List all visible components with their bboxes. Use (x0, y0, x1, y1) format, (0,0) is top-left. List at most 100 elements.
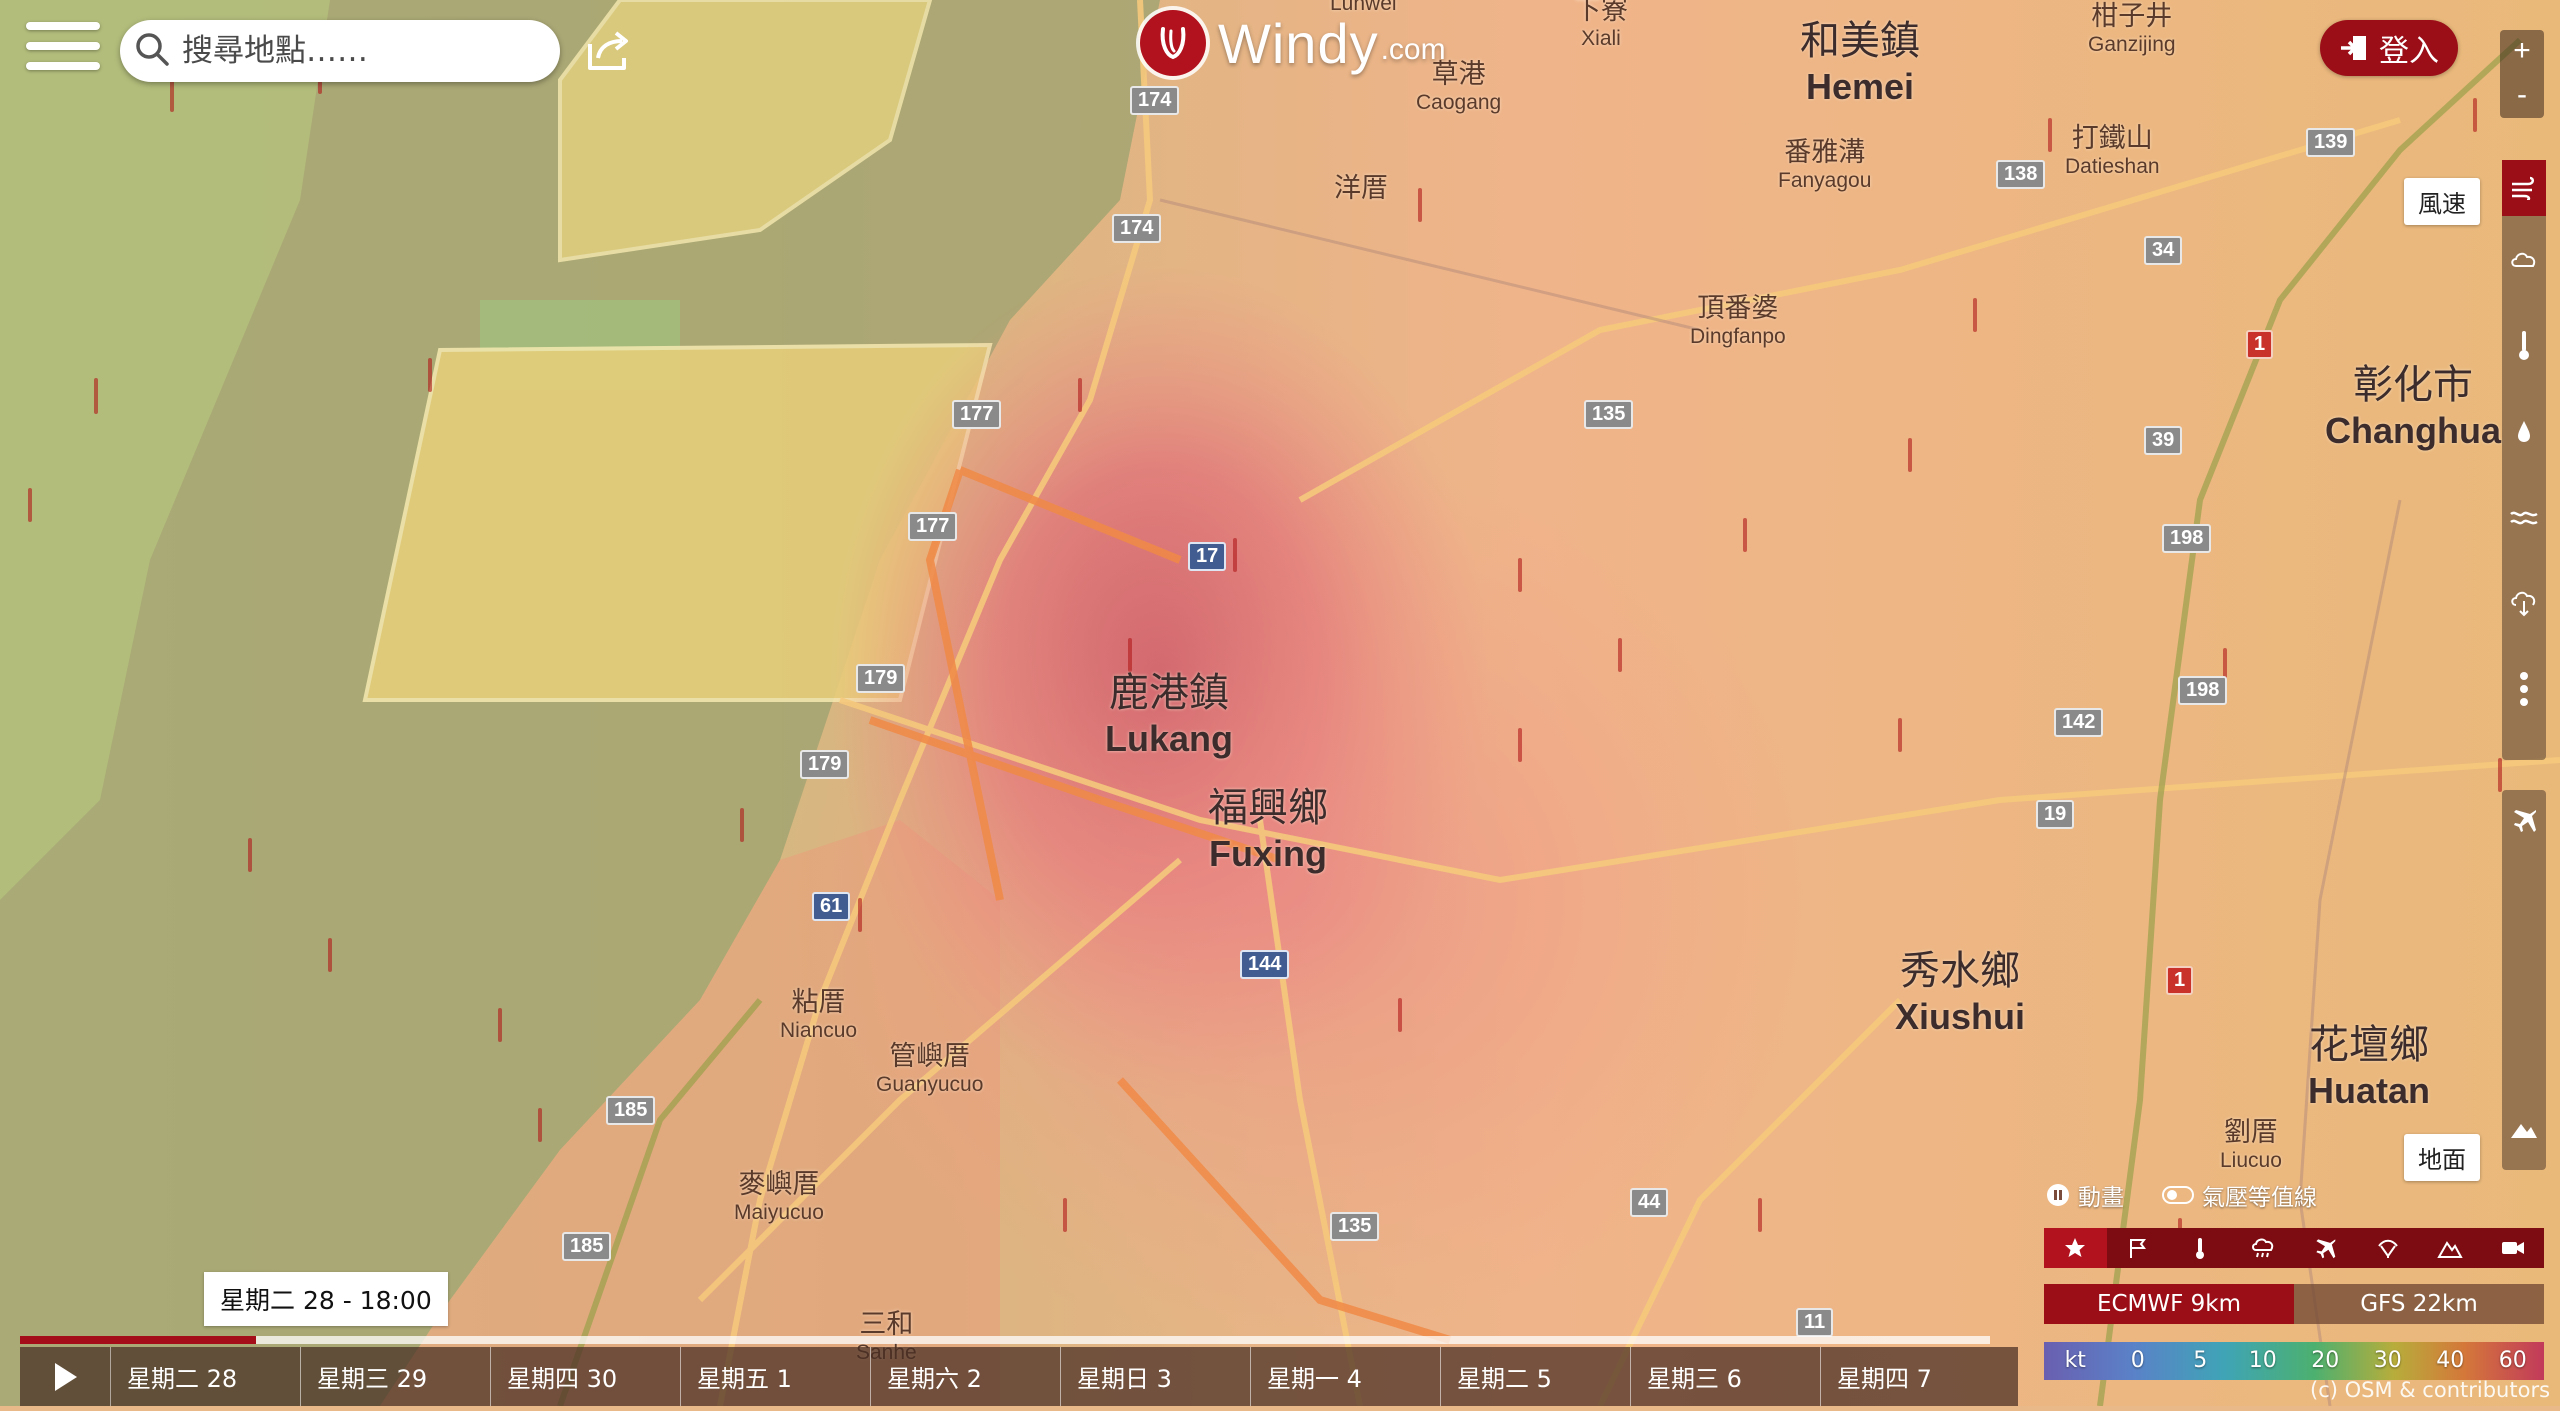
cloud-rain-icon (2251, 1238, 2273, 1258)
rain-icon (2518, 421, 2530, 442)
timeline-progress[interactable] (20, 1336, 256, 1344)
login-icon (2341, 36, 2366, 60)
mode-webcams[interactable] (2482, 1228, 2545, 1268)
place-xiali: 下寮 Xiali (1574, 0, 1628, 50)
legend-value: 5 (2193, 1348, 2208, 1373)
mode-toolbar (2044, 1228, 2544, 1268)
search-icon (134, 31, 170, 72)
clouds-icon (2511, 252, 2536, 267)
place-yangcuo: 洋厝 (1334, 173, 1388, 204)
layer-airports[interactable] (2502, 790, 2546, 850)
route-shield: 19 (2036, 800, 2075, 829)
route-shield: 144 (1240, 950, 1290, 979)
mountain-icon (2437, 1241, 2463, 1258)
login-label: 登入 (2379, 34, 2439, 69)
layer-temperature[interactable] (2502, 302, 2546, 388)
route-shield: 179 (800, 750, 850, 779)
mode-rain[interactable] (2232, 1228, 2295, 1268)
timeline-day[interactable]: 星期六 2 (871, 1347, 1061, 1406)
timeline-day[interactable]: 星期日 3 (1061, 1347, 1251, 1406)
timeline-day[interactable]: 星期三 29 (301, 1347, 491, 1406)
place-maiyucuo: 麥嶼厝 Maiyucuo (734, 1169, 824, 1224)
animation-toggle[interactable]: 動畫 (2046, 1178, 2124, 1212)
route-shield: 177 (952, 400, 1002, 429)
place-niancuo: 粘厝 Niancuo (780, 987, 858, 1042)
model-ecmwf[interactable]: ECMWF 9km (2044, 1284, 2294, 1324)
logo-word: Windy (1218, 11, 1379, 75)
route-shield: 177 (908, 512, 958, 541)
mode-mountain[interactable] (2419, 1228, 2482, 1268)
zoom-out-button[interactable]: - (2500, 74, 2544, 118)
place-datieshan: 打鐵山 Datieshan (2065, 123, 2160, 178)
play-icon (55, 1362, 77, 1391)
thermometer-icon (2196, 1238, 2205, 1259)
route-shield: 1 (2166, 966, 2194, 995)
camera-icon (2501, 1242, 2524, 1254)
rocket-icon (2377, 1239, 2398, 1258)
route-shield: 138 (1996, 160, 2046, 189)
place-hemei: 和美鎮 Hemei (1800, 18, 1920, 107)
windy-logo-icon (1140, 10, 1206, 76)
windy-logo[interactable]: Windy .com (1140, 8, 1446, 78)
current-time-bubble: 星期二 28 - 18:00 (204, 1272, 448, 1326)
mode-aviation[interactable] (2294, 1228, 2357, 1268)
search-box[interactable] (120, 20, 560, 82)
login-button[interactable]: 登入 (2320, 20, 2458, 76)
legend-value: 20 (2311, 1348, 2340, 1373)
legend-unit: kt (2064, 1348, 2086, 1373)
wind-legend[interactable]: kt 0 5 10 20 30 40 60 (2044, 1342, 2544, 1380)
route-shield: 179 (856, 664, 906, 693)
menu-line (26, 62, 100, 70)
layer-cloud-download[interactable] (2502, 560, 2546, 646)
timeline-day[interactable]: 星期二 5 (1441, 1347, 1631, 1406)
wind-icon (2512, 176, 2534, 200)
layer-clouds[interactable] (2502, 216, 2546, 302)
route-shield: 61 (812, 892, 851, 921)
model-gfs[interactable]: GFS 22km (2294, 1284, 2544, 1324)
isobars-toggle[interactable]: 氣壓等值線 (2162, 1178, 2317, 1212)
timeline-day[interactable]: 星期一 4 (1251, 1347, 1441, 1406)
route-shield: 198 (2178, 676, 2228, 705)
route-shield: 39 (2144, 426, 2183, 455)
legend-value: 40 (2436, 1348, 2465, 1373)
mode-paragliding[interactable] (2357, 1228, 2420, 1268)
mountain-icon (2511, 1124, 2537, 1138)
layer-ground[interactable] (2502, 1104, 2546, 1154)
place-fanyagou: 番雅溝 Fanyagou (1778, 137, 1872, 192)
menu-button[interactable] (26, 22, 100, 78)
share-icon (588, 31, 628, 70)
layer-more[interactable] (2502, 646, 2546, 732)
mode-flags[interactable] (2107, 1228, 2170, 1268)
layer-wind[interactable] (2502, 160, 2546, 216)
mode-temperature[interactable] (2169, 1228, 2232, 1268)
layer-rail (2502, 160, 2546, 760)
menu-line (26, 22, 100, 30)
legend-value: 30 (2373, 1348, 2402, 1373)
flag-icon (2129, 1239, 2146, 1258)
layer-waves[interactable] (2502, 474, 2546, 560)
route-shield: 44 (1630, 1188, 1669, 1217)
zoom-in-button[interactable]: + (2500, 30, 2544, 74)
layer-rain[interactable] (2502, 388, 2546, 474)
place-huatan: 花壇鄉 Huatan (2308, 1022, 2431, 1111)
timeline-day[interactable]: 星期四 7 (1821, 1347, 2011, 1406)
mode-favorites[interactable] (2044, 1228, 2107, 1268)
place-xiushui: 秀水鄉 Xiushui (1895, 948, 2026, 1037)
timeline-day[interactable]: 星期四 30 (491, 1347, 681, 1406)
more-icon (2520, 672, 2528, 706)
isobars-label: 氣壓等值線 (2202, 1185, 2317, 1211)
timeline-day[interactable]: 星期五 1 (681, 1347, 871, 1406)
timeline-track[interactable] (20, 1336, 1990, 1344)
route-shield: 174 (1112, 214, 1162, 243)
route-shield: 11 (1796, 1308, 1834, 1337)
play-button[interactable] (20, 1347, 111, 1406)
timeline-day[interactable]: 星期二 28 (111, 1347, 301, 1406)
search-input[interactable] (180, 32, 544, 70)
route-shield: 174 (1130, 86, 1180, 115)
route-shield: 1 (2246, 330, 2274, 359)
legend-value: 0 (2130, 1348, 2145, 1373)
place-changhua: 彰化市 Changhua (2325, 362, 2501, 451)
share-button[interactable] (584, 28, 632, 74)
timeline-day[interactable]: 星期三 6 (1631, 1347, 1821, 1406)
pause-icon (2047, 1184, 2069, 1206)
